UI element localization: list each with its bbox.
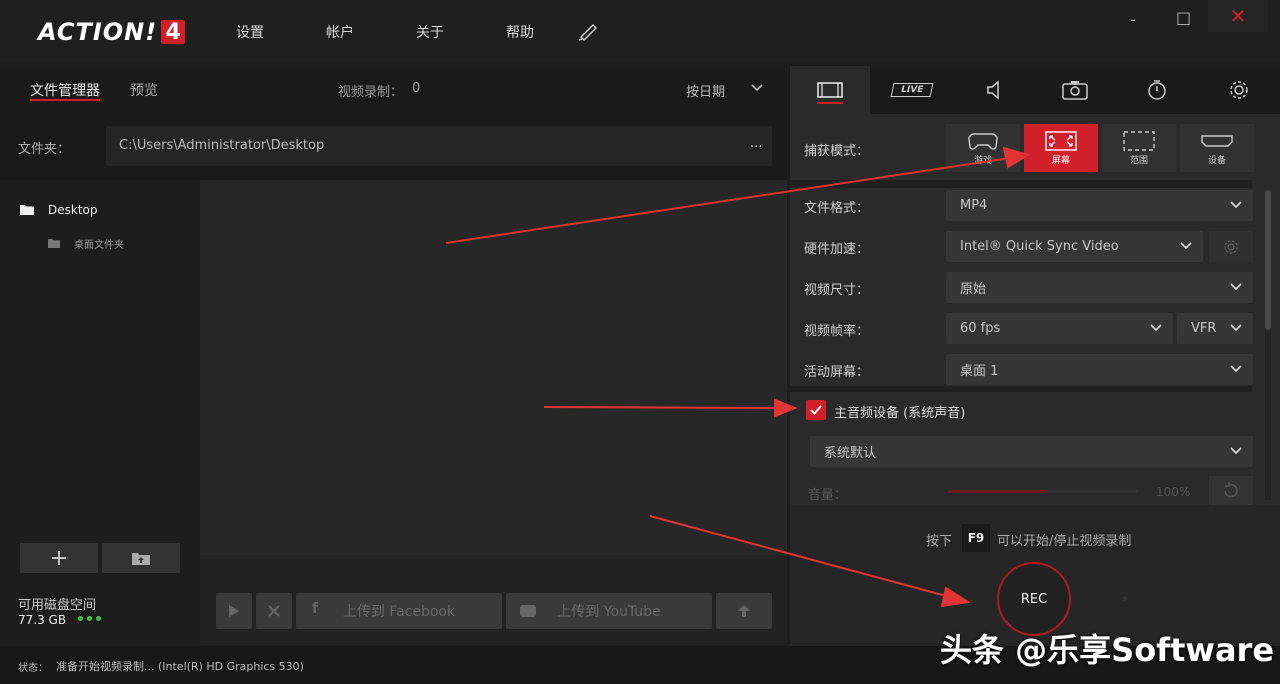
arrow-head: [940, 586, 971, 608]
arrow-to-rec: [649, 515, 951, 598]
arrow-head: [1002, 146, 1031, 169]
arrow-head: [774, 398, 798, 418]
annotation-arrows: [445, 146, 1031, 608]
arrow-to-screen-mode: [445, 157, 1011, 244]
arrow-to-audio: [543, 406, 777, 409]
watermark: 头条 @乐享Software: [940, 631, 1275, 669]
